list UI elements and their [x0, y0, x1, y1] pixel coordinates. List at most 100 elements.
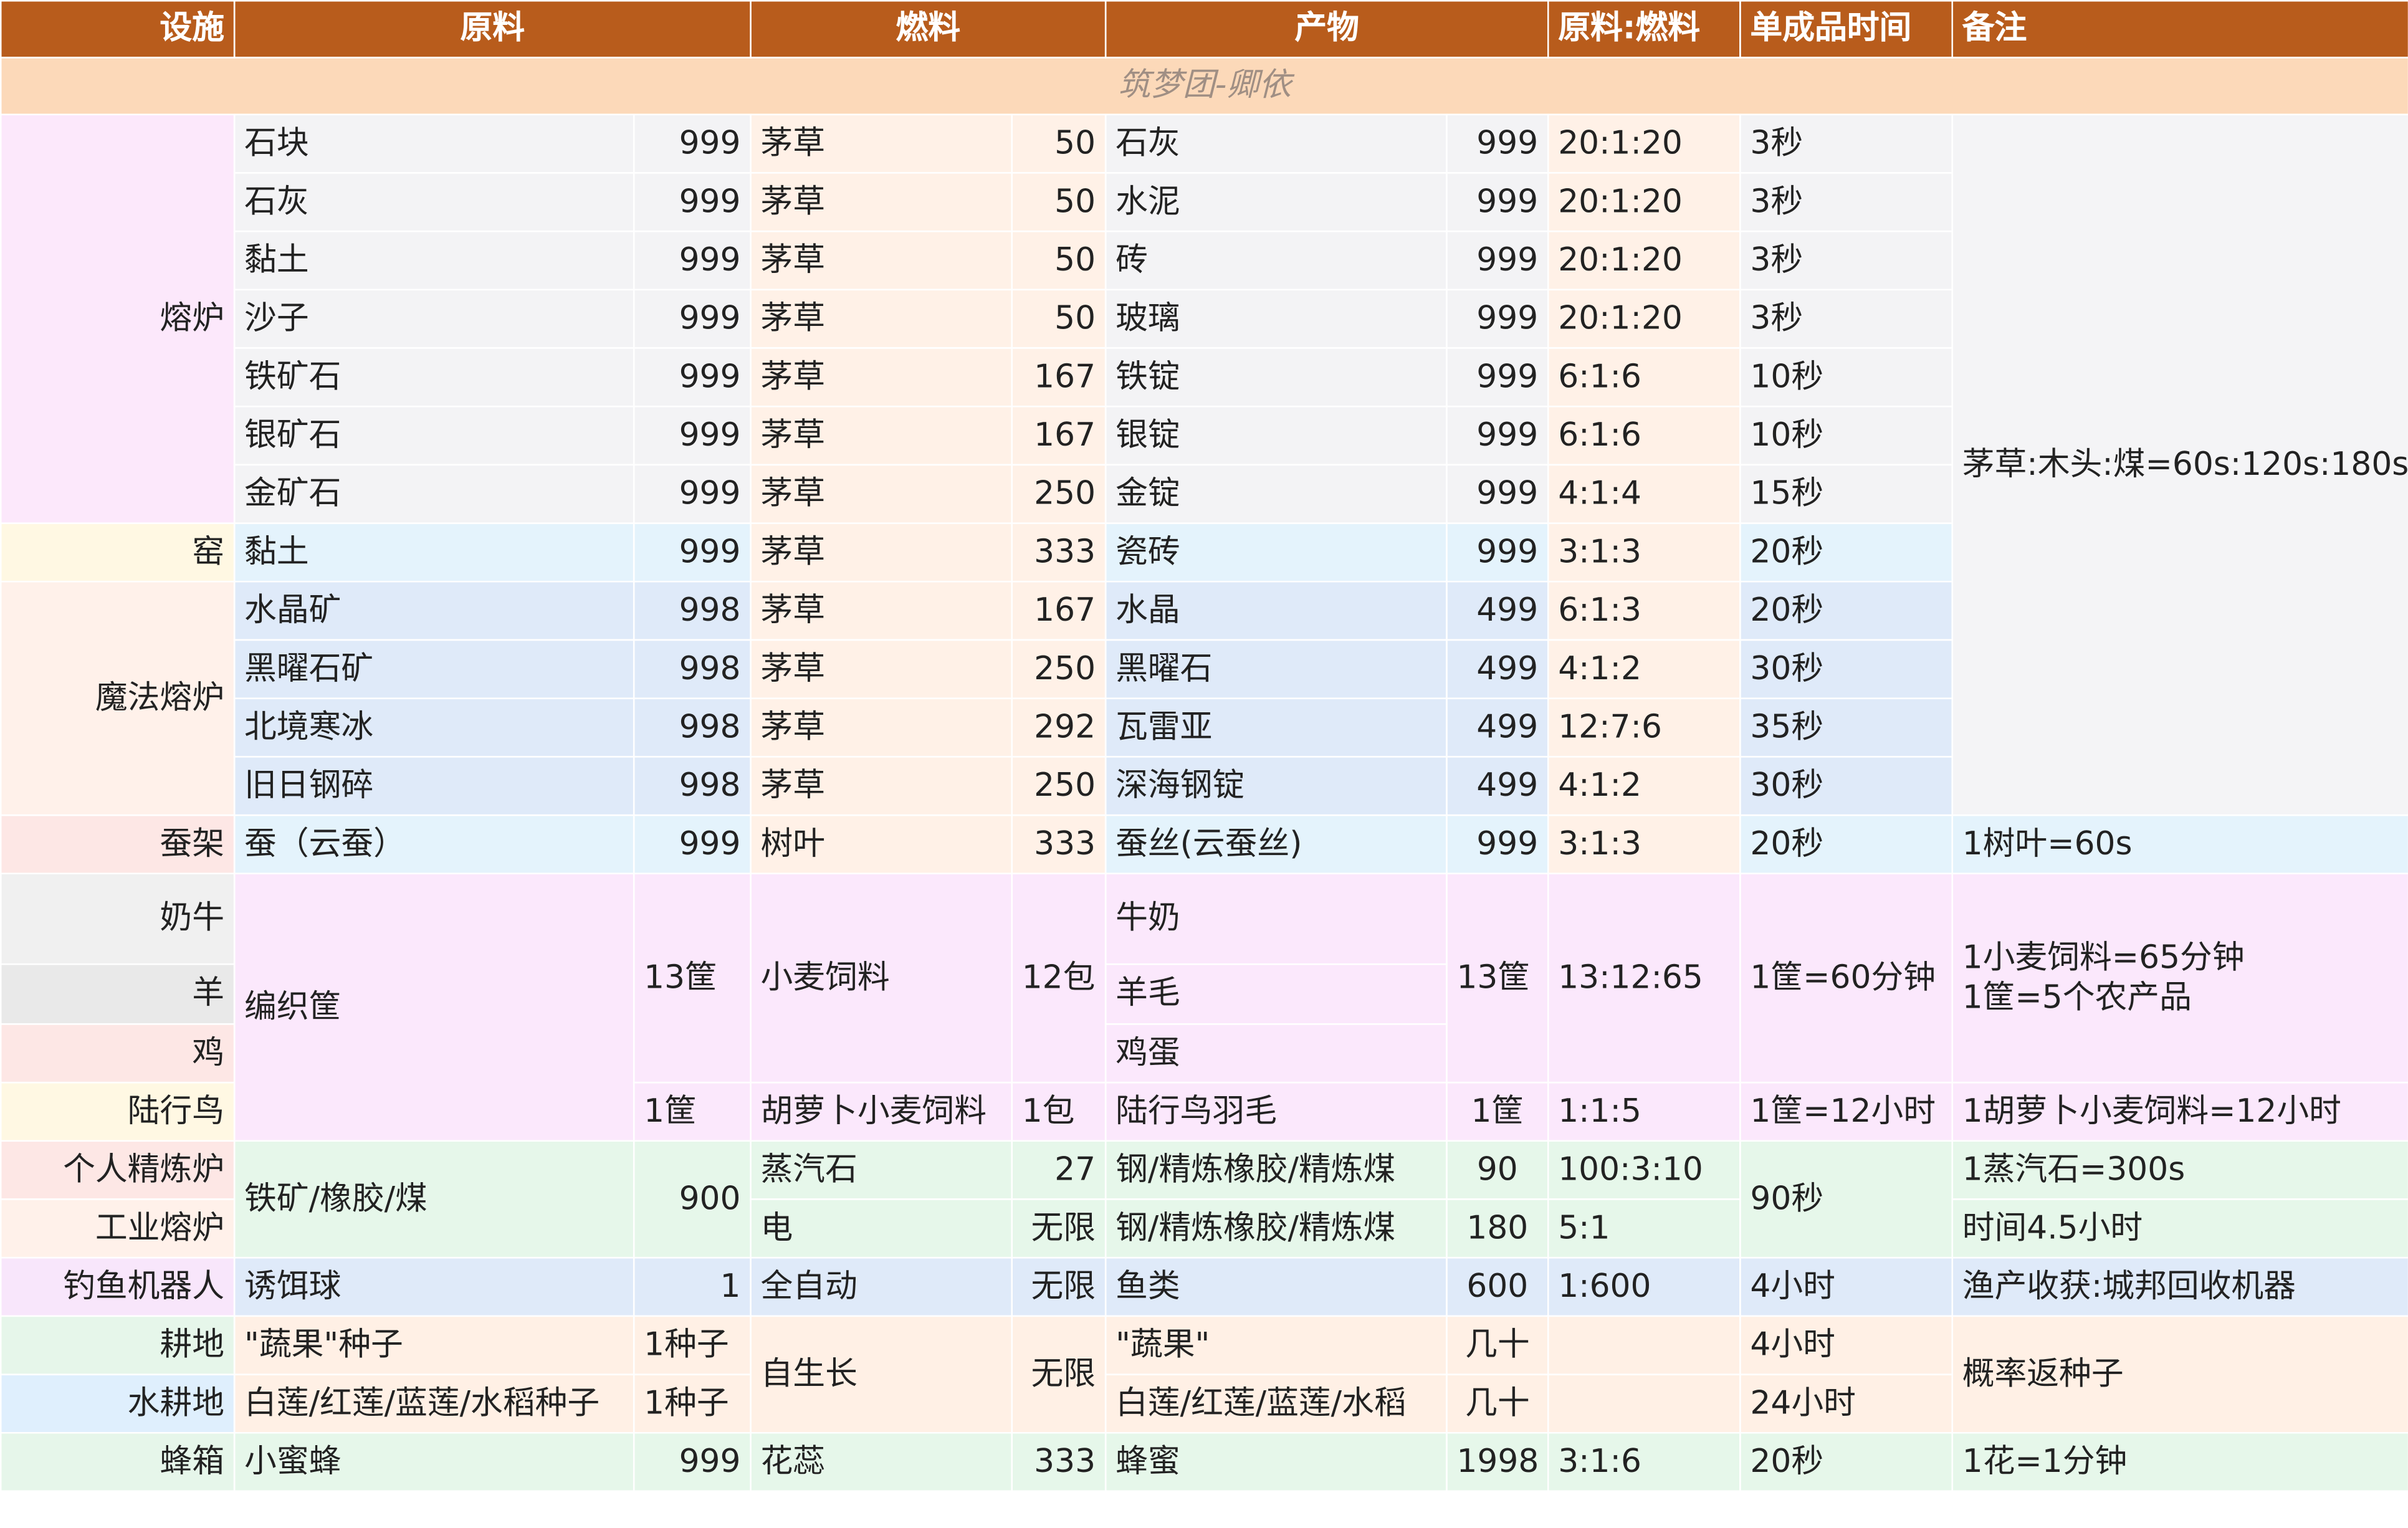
time-cell: 20秒: [1739, 1432, 1953, 1492]
material-qty: 999: [633, 405, 752, 466]
product-cell: 陆行鸟羽毛: [1104, 1081, 1448, 1142]
product-cell: 黑曜石: [1104, 639, 1448, 699]
note-cell: 时间4.5小时: [1951, 1198, 2408, 1259]
fuel-qty: 333: [1011, 1432, 1107, 1492]
product-qty: 1筐: [1446, 1081, 1549, 1142]
product-qty: 999: [1446, 405, 1549, 466]
material-qty: 900: [633, 1140, 752, 1259]
material-cell: 沙子: [233, 289, 635, 349]
product-cell: 蚕丝(云蚕丝): [1104, 814, 1448, 874]
product-qty: 999: [1446, 289, 1549, 349]
fuel-qty: 167: [1011, 347, 1107, 408]
fuel-cell: 胡萝卜小麦饲料: [750, 1081, 1013, 1142]
material-qty: 999: [633, 464, 752, 524]
col-facility: 设施: [0, 0, 236, 59]
time-cell: 24小时: [1739, 1373, 1953, 1434]
material-cell: 银矿石: [233, 405, 635, 466]
fuel-qty: 250: [1011, 464, 1107, 524]
product-cell: 牛奶: [1104, 872, 1448, 965]
product-cell: 羊毛: [1104, 963, 1448, 1025]
material-qty: 998: [633, 581, 752, 641]
product-cell: 砖: [1104, 230, 1448, 291]
fuel-qty: 50: [1011, 113, 1107, 174]
ratio-cell: 100:3:10: [1547, 1140, 1741, 1200]
facility-cell: 蜂箱: [0, 1432, 236, 1492]
facility-cell: 羊: [0, 963, 236, 1025]
fuel-cell: 茅草: [750, 639, 1013, 699]
table-row: 蚕架 蚕（云蚕） 999 树叶 333 蚕丝(云蚕丝) 999 3:1:3 20…: [0, 814, 2408, 874]
material-cell: 白莲/红莲/蓝莲/水稻种子: [233, 1373, 635, 1434]
product-cell: 深海钢锭: [1104, 756, 1448, 816]
note-cell: 1花=1分钟: [1951, 1432, 2408, 1492]
ratio-cell: 3:1:6: [1547, 1432, 1741, 1492]
ratio-cell: 20:1:20: [1547, 113, 1741, 174]
table-row: 耕地 "蔬果"种子 1种子 自生长 无限 "蔬果" 几十 4小时 概率返种子: [0, 1315, 2408, 1434]
material-cell: 北境寒冰: [233, 697, 635, 758]
time-cell: 3秒: [1739, 289, 1953, 349]
col-time: 单成品时间: [1739, 0, 1953, 59]
material-qty: 999: [633, 230, 752, 291]
material-cell: 黏土: [233, 522, 635, 583]
product-cell: 白莲/红莲/蓝莲/水稻: [1104, 1373, 1448, 1434]
fuel-qty: 27: [1011, 1140, 1107, 1200]
product-qty: 1998: [1446, 1432, 1549, 1492]
facility-cell: 水耕地: [0, 1373, 236, 1434]
product-qty: 13筐: [1446, 872, 1549, 1084]
table-row: 钓鱼机器人 诱饵球 1 全自动 无限 鱼类 600 1:600 4小时 渔产收获…: [0, 1256, 2408, 1317]
product-qty: 999: [1446, 522, 1549, 583]
material-cell: 黏土: [233, 230, 635, 291]
material-qty: 999: [633, 113, 752, 174]
product-qty: 999: [1446, 172, 1549, 232]
product-cell: 石灰: [1104, 113, 1448, 174]
material-qty: 999: [633, 347, 752, 408]
fuel-qty: 167: [1011, 405, 1107, 466]
time-cell: 35秒: [1739, 697, 1953, 758]
fuel-cell: 茅草: [750, 522, 1013, 583]
fuel-qty: 50: [1011, 289, 1107, 349]
product-cell: 玻璃: [1104, 289, 1448, 349]
material-cell: 石块: [233, 113, 635, 174]
table-row: 蜂箱 小蜜蜂 999 花蕊 333 蜂蜜 1998 3:1:6 20秒 1花=1…: [0, 1432, 2408, 1492]
ratio-cell: [1547, 1373, 1741, 1434]
fuel-cell: 电: [750, 1198, 1013, 1259]
material-qty: 1种子: [633, 1315, 752, 1375]
time-cell: 1筐=60分钟: [1739, 872, 1953, 1084]
product-qty: 600: [1446, 1256, 1549, 1317]
col-note: 备注: [1951, 0, 2408, 59]
facility-cell: 蚕架: [0, 814, 236, 874]
note-cell: 1树叶=60s: [1951, 814, 2408, 874]
material-qty: 998: [633, 639, 752, 699]
fuel-qty: 333: [1011, 814, 1107, 874]
fuel-cell: 茅草: [750, 405, 1013, 466]
material-cell: 水晶矿: [233, 581, 635, 641]
subtitle: 筑梦团-卿依: [0, 57, 2408, 115]
ratio-cell: 4:1:4: [1547, 464, 1741, 524]
fuel-cell: 茅草: [750, 464, 1013, 524]
material-cell: 铁矿石: [233, 347, 635, 408]
fuel-cell: 茅草: [750, 581, 1013, 641]
ratio-cell: 6:1:6: [1547, 347, 1741, 408]
table-row: 个人精炼炉 铁矿/橡胶/煤 900 蒸汽石 27 钢/精炼橡胶/精炼煤 90 1…: [0, 1140, 2408, 1259]
facility-cell: 魔法熔炉: [0, 581, 236, 816]
facility-cell: 鸡: [0, 1023, 236, 1084]
product-cell: 鱼类: [1104, 1256, 1448, 1317]
product-qty: 999: [1446, 230, 1549, 291]
facility-cell: 耕地: [0, 1315, 236, 1375]
col-material: 原料: [233, 0, 752, 59]
ratio-cell: 3:1:3: [1547, 814, 1741, 874]
ratio-cell: [1547, 1315, 1741, 1375]
material-qty: 999: [633, 522, 752, 583]
facility-cell: 工业熔炉: [0, 1198, 236, 1259]
material-cell: 小蜜蜂: [233, 1432, 635, 1492]
material-cell: 编织筐: [233, 872, 635, 1142]
note-line: 1筐=5个农产品: [1962, 978, 2192, 1015]
product-cell: 瓷砖: [1104, 522, 1448, 583]
material-cell: 诱饵球: [233, 1256, 635, 1317]
facility-cell: 窑: [0, 522, 236, 583]
material-qty: 1种子: [633, 1373, 752, 1434]
time-cell: 20秒: [1739, 581, 1953, 641]
material-qty: 998: [633, 697, 752, 758]
product-qty: 90: [1446, 1140, 1549, 1200]
time-cell: 30秒: [1739, 756, 1953, 816]
product-qty: 999: [1446, 113, 1549, 174]
